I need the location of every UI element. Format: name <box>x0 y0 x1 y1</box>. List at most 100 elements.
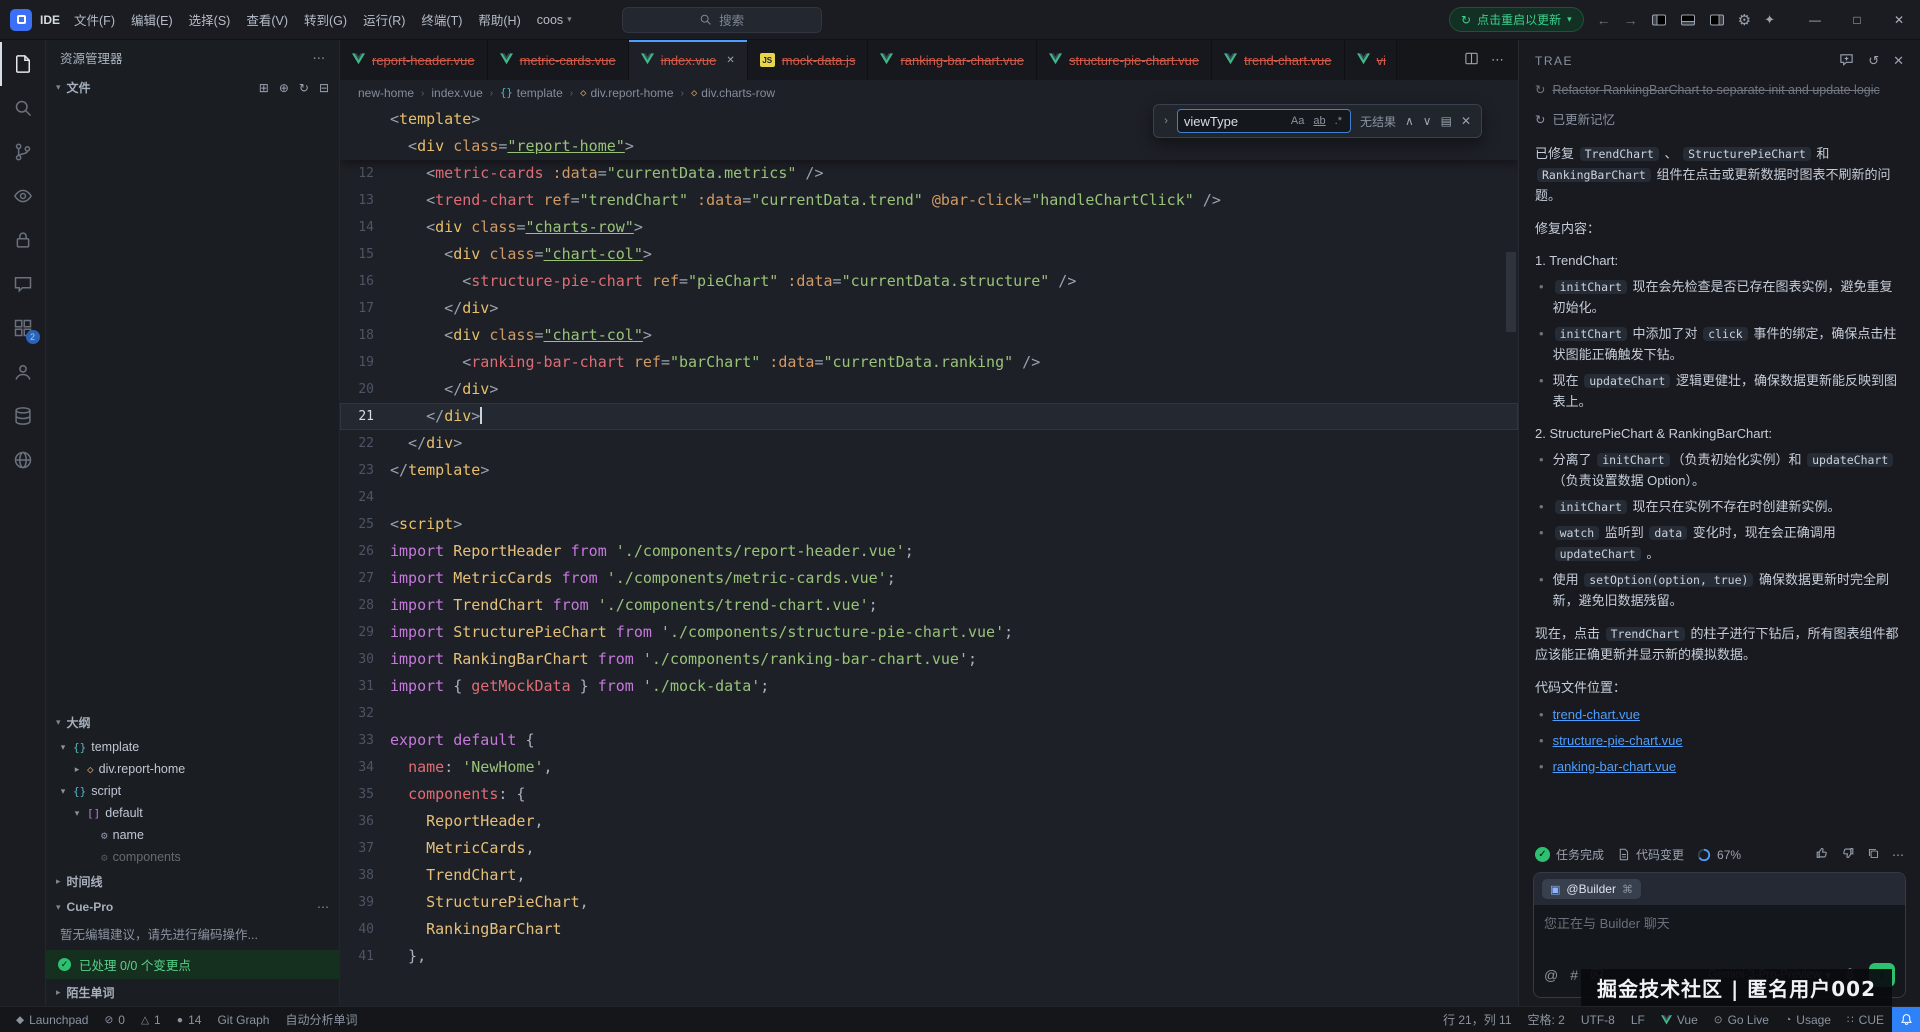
file-link[interactable]: trend-chart.vue <box>1553 704 1640 725</box>
collapse-folders-icon[interactable]: ⊟ <box>319 81 329 95</box>
chat-input[interactable]: 您正在与 Builder 聊天 <box>1534 905 1905 961</box>
database-icon[interactable] <box>0 394 46 438</box>
more-icon[interactable]: ⋯ <box>1892 848 1904 862</box>
outline-item-name[interactable]: ⚙name <box>46 824 339 846</box>
toggle-replace-icon[interactable]: › <box>1164 115 1168 127</box>
outline-item-div-report-home[interactable]: ▸◇div.report-home <box>46 758 339 780</box>
outline-item-template[interactable]: ▾{}template <box>46 736 339 758</box>
workspace-selector[interactable]: coos ▾ <box>537 13 572 27</box>
menubar-item-2[interactable]: 选择(S) <box>181 10 239 29</box>
explorer-icon[interactable] <box>0 42 46 86</box>
notifications-icon[interactable] <box>1892 1007 1920 1032</box>
new-file-icon[interactable]: ⊞ <box>259 81 269 95</box>
statusbar-cursor-position[interactable]: 行 21，列 11 <box>1435 1007 1519 1032</box>
tab-trend-chart-vue[interactable]: trend-chart.vue <box>1212 40 1344 80</box>
new-folder-icon[interactable]: ⊕ <box>279 81 289 95</box>
close-tab-icon[interactable]: ✕ <box>726 55 734 66</box>
timeline-section-header[interactable]: ▸ 时间线 <box>46 868 339 895</box>
find-input[interactable] <box>1184 114 1284 129</box>
menubar-item-7[interactable]: 帮助(H) <box>470 10 528 29</box>
statusbar-warnings[interactable]: △1 <box>133 1007 169 1032</box>
statusbar-eol[interactable]: LF <box>1623 1007 1653 1032</box>
menubar-item-3[interactable]: 查看(V) <box>238 10 296 29</box>
back-icon[interactable]: ← <box>1597 12 1611 28</box>
statusbar-errors[interactable]: ⊘0 <box>96 1007 133 1032</box>
more-actions-icon[interactable]: ⋯ <box>317 900 329 914</box>
outline-item-script[interactable]: ▾{}script <box>46 780 339 802</box>
statusbar-language-mode[interactable]: Vue <box>1653 1007 1706 1032</box>
search-icon[interactable] <box>0 86 46 130</box>
statusbar-usage[interactable]: ◔Usage <box>1777 1007 1839 1032</box>
menubar-item-5[interactable]: 运行(R) <box>355 10 413 29</box>
find-next-icon[interactable]: ∨ <box>1423 114 1432 128</box>
menubar-item-1[interactable]: 编辑(E) <box>123 10 181 29</box>
whole-word-icon[interactable]: ab <box>1311 115 1327 127</box>
outline-item-components[interactable]: ⚙components <box>46 846 339 868</box>
tab-ranking-bar-chart-vue[interactable]: ranking-bar-chart.vue <box>868 40 1037 80</box>
tab-index-vue[interactable]: index.vue✕ <box>629 40 748 80</box>
statusbar-auto-analyze-words[interactable]: 自动分析单词 <box>277 1007 365 1032</box>
account-icon[interactable] <box>0 350 46 394</box>
statusbar-encoding[interactable]: UTF-8 <box>1573 1007 1623 1032</box>
builder-agent-chip[interactable]: ▣ @Builder ⌘ <box>1542 879 1641 899</box>
security-icon[interactable] <box>0 218 46 262</box>
breadcrumb-item-template[interactable]: {}template <box>500 86 563 100</box>
breadcrumb-item-index-vue[interactable]: index.vue <box>431 86 482 100</box>
toggle-right-panel-icon[interactable] <box>1709 12 1725 28</box>
thumbs-down-icon[interactable] <box>1841 846 1855 863</box>
file-link[interactable]: ranking-bar-chart.vue <box>1553 756 1677 777</box>
thumbs-up-icon[interactable] <box>1815 846 1829 863</box>
vocab-section-header[interactable]: ▸ 陌生单词 <box>46 979 339 1006</box>
code-editor[interactable]: <template> <div class="report-home"> 12 … <box>340 106 1518 1006</box>
menubar-item-4[interactable]: 转到(G) <box>296 10 355 29</box>
tab-report-header-vue[interactable]: report-header.vue <box>340 40 488 80</box>
new-chat-icon[interactable] <box>1839 52 1854 70</box>
refresh-explorer-icon[interactable]: ↻ <box>299 81 309 95</box>
mention-icon[interactable]: @ <box>1544 967 1558 983</box>
file-link[interactable]: structure-pie-chart.vue <box>1553 730 1683 751</box>
chat-icon[interactable] <box>0 262 46 306</box>
breadcrumb-item-div-charts-row[interactable]: ◇div.charts-row <box>691 86 775 100</box>
previous-task-item[interactable]: ↻Refactor RankingBarChart to separate in… <box>1535 82 1904 100</box>
outline-item-default[interactable]: ▾[]default <box>46 802 339 824</box>
history-icon[interactable]: ↺ <box>1868 53 1879 69</box>
close-button[interactable]: ✕ <box>1878 0 1920 40</box>
find-input-box[interactable]: Aa ab .* <box>1177 109 1351 133</box>
maximize-button[interactable]: □ <box>1836 0 1878 40</box>
statusbar-cue[interactable]: ∷CUE <box>1839 1007 1892 1032</box>
statusbar-notifications-count[interactable]: ●14 <box>169 1007 210 1032</box>
breadcrumb-item-new-home[interactable]: new-home <box>358 86 414 100</box>
close-find-icon[interactable]: ✕ <box>1461 114 1471 128</box>
global-search[interactable]: 搜索 <box>622 7 822 33</box>
editor-more-actions-icon[interactable]: ⋯ <box>1491 52 1504 68</box>
code-changes-button[interactable]: 代码变更 <box>1617 846 1684 863</box>
ai-assistant-icon[interactable]: ✦ <box>1764 12 1775 28</box>
source-control-icon[interactable] <box>0 130 46 174</box>
statusbar-indentation[interactable]: 空格: 2 <box>1520 1007 1573 1032</box>
more-actions-icon[interactable]: ⋯ <box>313 50 326 65</box>
breadcrumb-item-div-report-home[interactable]: ◇div.report-home <box>580 86 673 100</box>
statusbar-launchpad[interactable]: ◆Launchpad <box>8 1007 96 1032</box>
minimize-button[interactable]: — <box>1794 0 1836 40</box>
menubar-item-0[interactable]: 文件(F) <box>66 10 123 29</box>
extensions-icon[interactable]: 2 <box>0 306 46 350</box>
menubar-item-6[interactable]: 终端(T) <box>413 10 470 29</box>
editor-scrollbar[interactable] <box>1506 252 1516 332</box>
tab-vi[interactable]: vi <box>1345 40 1397 80</box>
cuepro-section-header[interactable]: ▾ Cue-Pro ⋯ <box>46 895 339 919</box>
regex-icon[interactable]: .* <box>1333 115 1344 127</box>
statusbar-go-live[interactable]: ⊙Go Live <box>1706 1007 1777 1032</box>
tab-metric-cards-vue[interactable]: metric-cards.vue <box>488 40 629 80</box>
browser-icon[interactable] <box>0 438 46 482</box>
preview-eye-icon[interactable] <box>0 174 46 218</box>
restart-update-button[interactable]: ↻ 点击重启以更新 ▾ <box>1449 7 1584 32</box>
statusbar-git-graph[interactable]: Git Graph <box>209 1007 277 1032</box>
tab-structure-pie-chart-vue[interactable]: structure-pie-chart.vue <box>1037 40 1212 80</box>
outline-section-header[interactable]: ▾ 大纲 <box>46 709 339 736</box>
copy-icon[interactable] <box>1867 847 1880 863</box>
find-previous-icon[interactable]: ∧ <box>1405 114 1414 128</box>
forward-icon[interactable]: → <box>1624 12 1638 28</box>
split-editor-icon[interactable] <box>1464 51 1479 69</box>
settings-gear-icon[interactable]: ⚙ <box>1738 11 1751 29</box>
tab-mock-data-js[interactable]: JSmock-data.js <box>748 40 869 80</box>
